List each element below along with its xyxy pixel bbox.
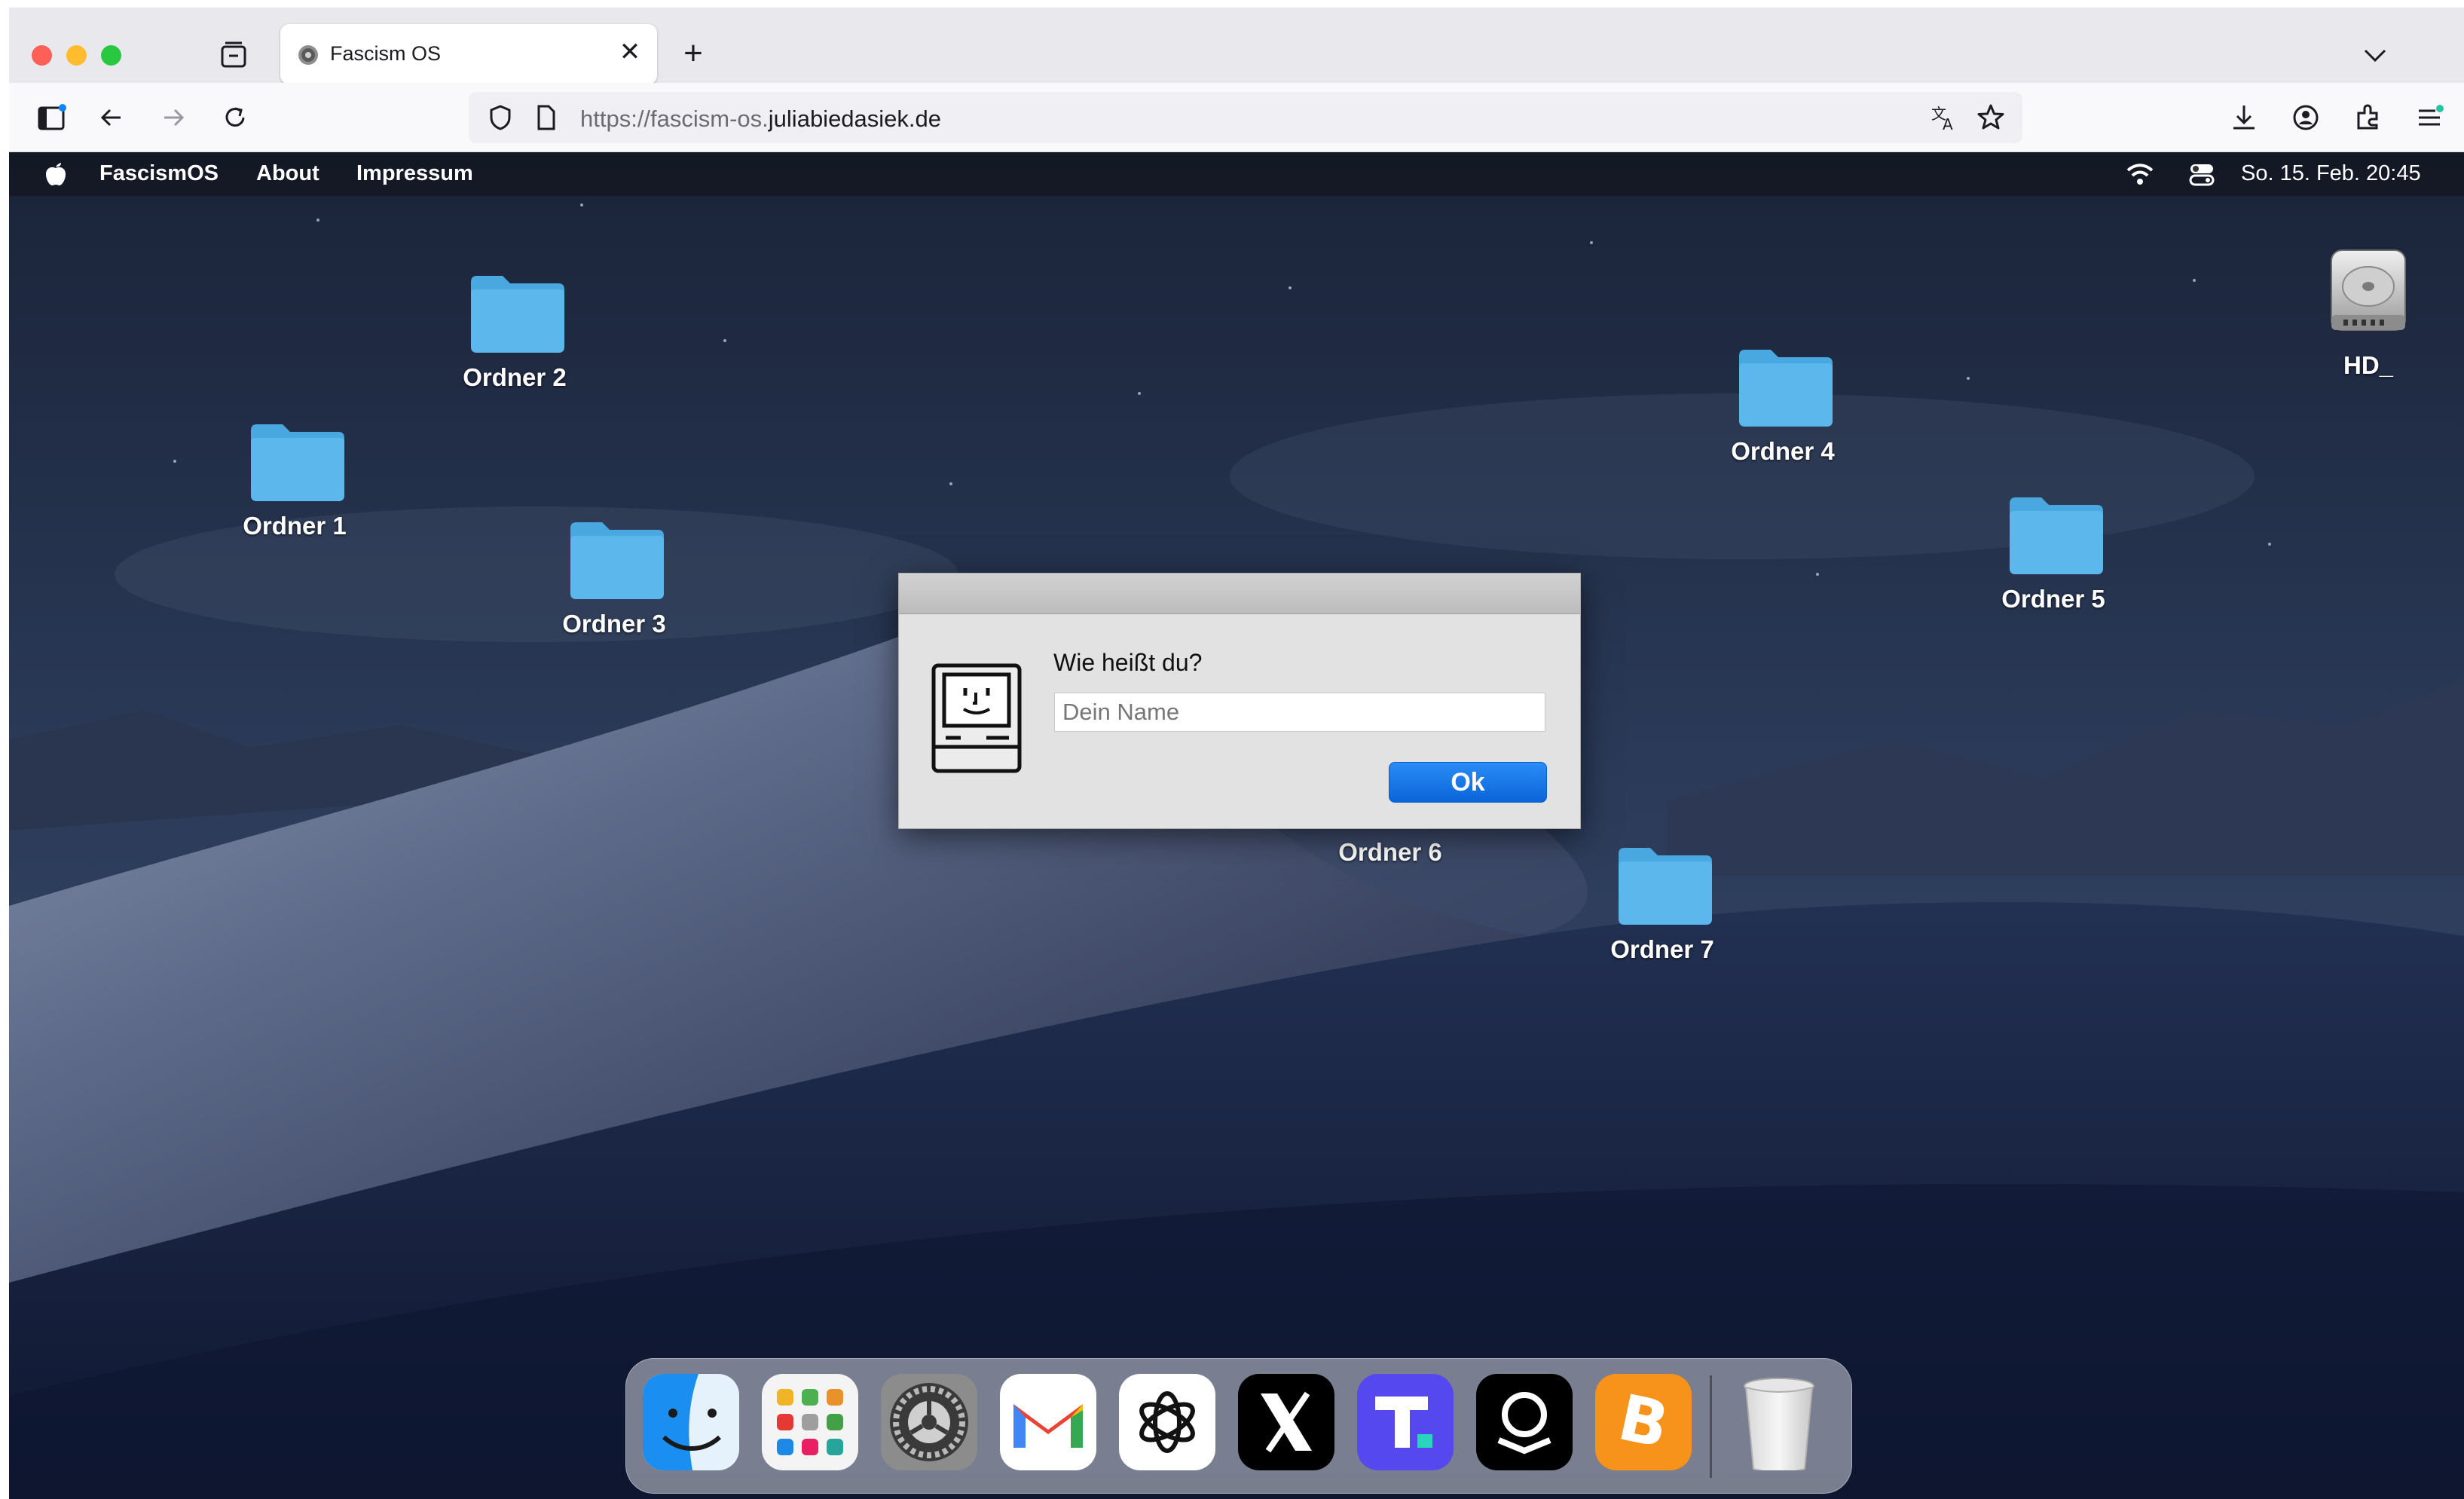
- folder-label: Ordner 5: [2001, 585, 2105, 613]
- url-bar[interactable]: https://fascism-os.juliabiedasiek.de 文 A: [469, 92, 2022, 143]
- menu-item-about[interactable]: About: [256, 161, 319, 186]
- back-arrow-icon[interactable]: [95, 101, 128, 134]
- folder-icon: [1739, 350, 1833, 427]
- finder-icon[interactable]: [643, 1374, 739, 1470]
- tab-manager-icon[interactable]: [216, 38, 251, 72]
- menu-item-impressum[interactable]: Impressum: [356, 161, 473, 186]
- gear-icon: [298, 45, 318, 65]
- url-text[interactable]: https://fascism-os.juliabiedasiek.de: [580, 106, 941, 133]
- forward-arrow-icon[interactable]: [157, 101, 190, 134]
- control-center-icon[interactable]: [2188, 161, 2215, 187]
- menu-clock[interactable]: So. 15. Feb. 20:45: [2241, 161, 2421, 186]
- folder-ordner-2[interactable]: Ordner 2: [439, 271, 590, 422]
- x-icon[interactable]: [1238, 1374, 1334, 1470]
- folder-icon: [1619, 848, 1712, 925]
- translate-icon[interactable]: 文 A: [1929, 102, 1959, 133]
- close-window-button[interactable]: [32, 45, 52, 66]
- folder-label: Ordner 4: [1731, 437, 1835, 465]
- folder-label: Ordner 1: [243, 512, 347, 540]
- folder-ordner-3[interactable]: Ordner 3: [539, 518, 689, 668]
- desktop: FascismOS About Impressum So. 15. Feb. 2…: [9, 152, 2464, 1499]
- sidebar-icon[interactable]: [35, 101, 68, 134]
- page-icon[interactable]: [530, 102, 561, 133]
- tab-fascism-os[interactable]: Fascism OS ✕: [280, 24, 657, 84]
- gmail-icon[interactable]: [1000, 1374, 1096, 1470]
- menu-app-name[interactable]: FascismOS: [99, 161, 219, 186]
- system-settings-icon[interactable]: [881, 1374, 977, 1470]
- hard-drive-icon: [2331, 249, 2406, 331]
- chatgpt-icon[interactable]: [1119, 1374, 1215, 1470]
- reload-icon[interactable]: [219, 101, 252, 134]
- maximize-window-button[interactable]: [101, 45, 121, 66]
- svg-text:A: A: [1943, 115, 1953, 133]
- bitcoin-icon[interactable]: B: [1595, 1374, 1692, 1470]
- os-menu-bar: FascismOS About Impressum So. 15. Feb. 2…: [9, 152, 2464, 196]
- folder-icon: [471, 276, 564, 353]
- folder-icon: [2010, 497, 2103, 574]
- wifi-icon[interactable]: [2125, 161, 2155, 187]
- folder-ordner-1[interactable]: Ordner 1: [219, 420, 370, 571]
- hard-drive-hd[interactable]: HD_: [2304, 246, 2432, 389]
- ok-button[interactable]: Ok: [1389, 762, 1547, 803]
- classic-mac-icon: [931, 663, 1022, 773]
- dialog-titlebar[interactable]: [899, 574, 1580, 614]
- account-icon[interactable]: [2289, 101, 2322, 134]
- folder-label: Ordner 3: [562, 610, 666, 638]
- tab-title: Fascism OS: [330, 42, 442, 65]
- folder-label: Ordner 6: [1338, 838, 1442, 866]
- folder-icon: [251, 424, 344, 501]
- menu-icon[interactable]: [2413, 101, 2446, 134]
- hard-drive-label: HD_: [2343, 351, 2394, 379]
- minimize-window-button[interactable]: [66, 45, 87, 66]
- dock: B: [625, 1358, 1852, 1494]
- launchpad-icon[interactable]: [762, 1374, 858, 1470]
- dock-separator: [1710, 1375, 1712, 1478]
- trash-icon[interactable]: [1731, 1374, 1827, 1470]
- dialog-prompt: Wie heißt du?: [1053, 649, 1203, 676]
- folder-ordner-7[interactable]: Ordner 7: [1587, 843, 1738, 994]
- folder-ordner-5[interactable]: Ordner 5: [1978, 493, 2129, 644]
- palantir-icon[interactable]: [1476, 1374, 1573, 1470]
- download-icon[interactable]: [2227, 101, 2261, 134]
- folder-label: Ordner 7: [1610, 935, 1714, 963]
- new-tab-button[interactable]: +: [676, 36, 711, 71]
- tab-close-icon[interactable]: ✕: [615, 37, 645, 67]
- url-domain: juliabiedasiek.de: [768, 106, 942, 132]
- url-prefix: https://fascism-os.: [580, 106, 769, 132]
- shield-icon[interactable]: [485, 102, 515, 133]
- folder-icon: [570, 522, 664, 599]
- truth-social-icon[interactable]: [1357, 1374, 1454, 1470]
- chevron-down-icon[interactable]: [2358, 38, 2392, 72]
- extensions-icon[interactable]: [2351, 101, 2384, 134]
- apple-logo-icon[interactable]: [42, 158, 69, 188]
- folder-ordner-4[interactable]: Ordner 4: [1707, 345, 1858, 496]
- name-dialog: Wie heißt du? Ok: [898, 573, 1581, 829]
- browser-tab-bar: Fascism OS ✕ +: [9, 8, 2464, 84]
- bookmark-star-icon[interactable]: [1976, 102, 2006, 133]
- browser-nav-bar: https://fascism-os.juliabiedasiek.de 文 A: [9, 83, 2464, 152]
- name-input[interactable]: [1054, 693, 1545, 732]
- folder-label: Ordner 2: [463, 363, 567, 391]
